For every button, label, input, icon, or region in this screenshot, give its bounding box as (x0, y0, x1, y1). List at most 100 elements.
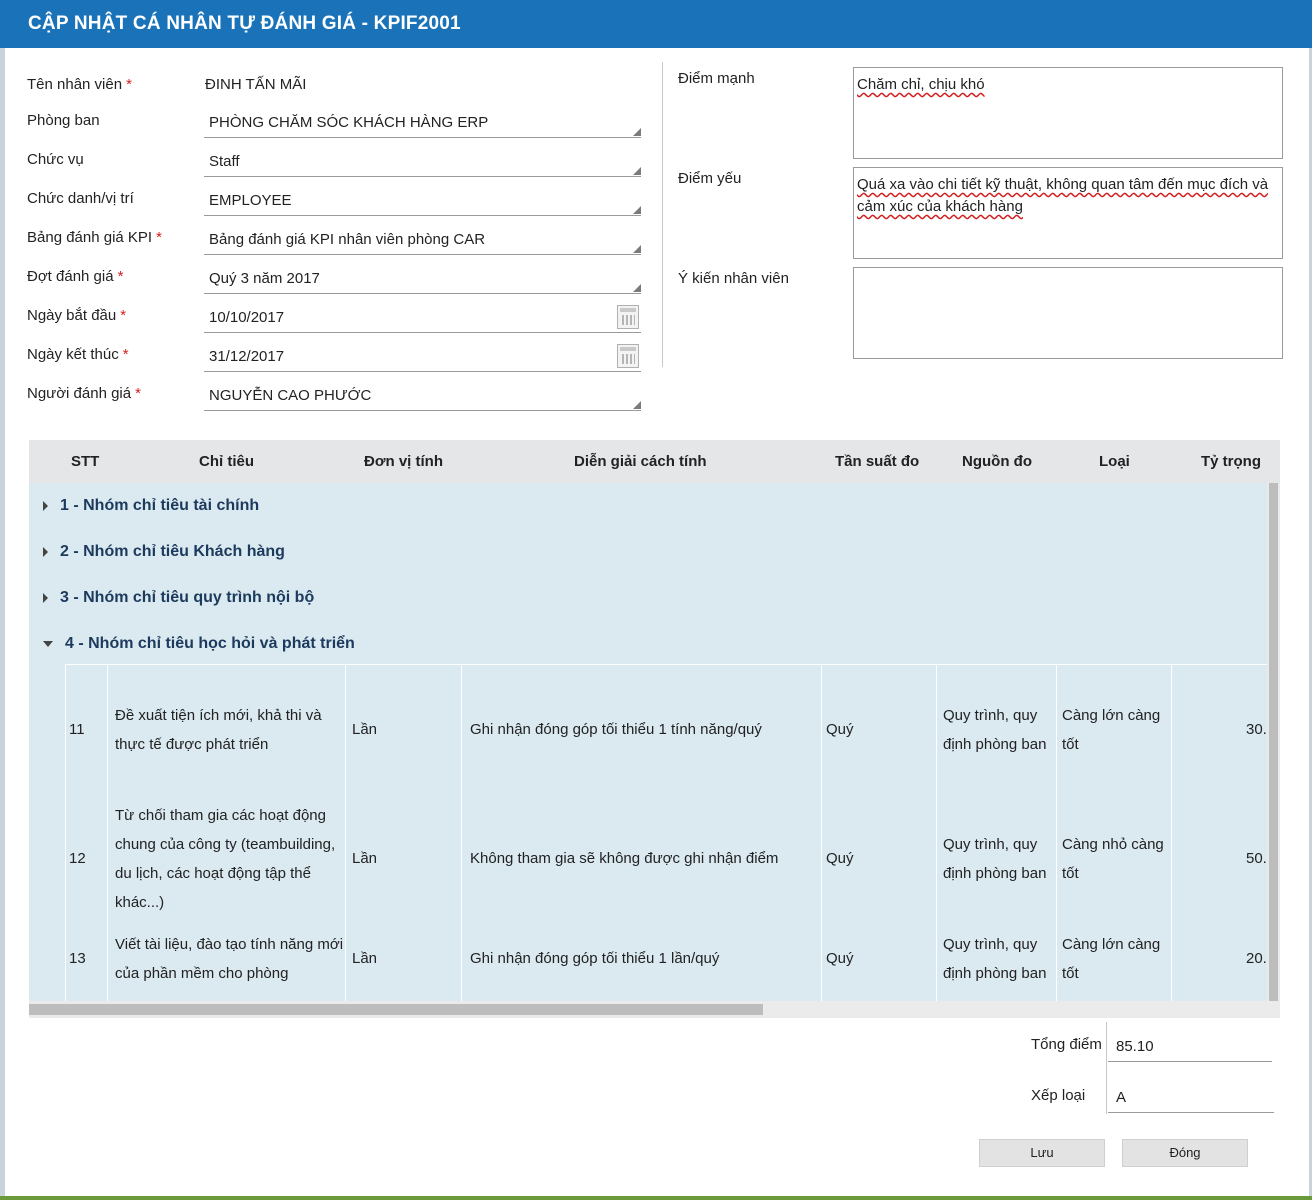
cell-dien-giai: Ghi nhận đóng góp tối thiểu 1 tính năng/… (470, 721, 762, 738)
group-row-internal-process[interactable]: 3 - Nhóm chỉ tiêu quy trình nội bộ (43, 589, 314, 607)
evaluator-field[interactable]: NGUYỄN CAO PHƯỚC (204, 387, 641, 411)
cell-chi-tieu: Từ chối tham gia các hoạt động chung của … (115, 807, 336, 911)
department-label: Phòng ban (27, 112, 100, 129)
kpi-table-label: Bảng đánh giá KPI * (27, 229, 162, 246)
cell-ty-trong: 50. (1246, 850, 1267, 867)
row-divider (65, 664, 1267, 665)
column-header-dien-giai[interactable]: Diễn giải cách tính (574, 453, 707, 470)
resize-grip-icon (633, 206, 641, 214)
position-field[interactable]: EMPLOYEE (204, 192, 641, 216)
end-date-field[interactable]: 31/12/2017 (204, 344, 641, 372)
cell-stt: 11 (69, 721, 85, 738)
cell-don-vi: Lần (352, 850, 378, 867)
employee-name-value: ĐINH TẤN MÃI (205, 76, 307, 93)
cell-tan-suat: Quý (826, 950, 854, 967)
cell-dien-giai: Không tham gia sẽ không được ghi nhận đi… (470, 850, 779, 867)
cell-ty-trong: 20. (1246, 950, 1267, 967)
job-label: Chức vụ (27, 151, 84, 168)
group-row-learning[interactable]: 4 - Nhóm chỉ tiêu học hỏi và phát triển (43, 635, 355, 653)
total-score-field[interactable]: 85.10 (1108, 1038, 1272, 1062)
grid-body: 1 - Nhóm chỉ tiêu tài chính 2 - Nhóm chỉ… (29, 483, 1267, 1001)
resize-grip-icon (633, 167, 641, 175)
caret-down-icon[interactable] (43, 640, 53, 647)
strengths-label: Điểm mạnh (678, 70, 755, 87)
scrollbar-thumb[interactable] (1269, 483, 1278, 1001)
cell-ty-trong: 30. (1246, 721, 1267, 738)
period-field[interactable]: Quý 3 năm 2017 (204, 270, 641, 294)
save-button[interactable]: Lưu (979, 1139, 1105, 1167)
column-header-stt[interactable]: STT (71, 453, 99, 470)
cell-loai: Càng nhỏ càng tốt (1062, 836, 1164, 882)
department-field[interactable]: PHÒNG CHĂM SÓC KHÁCH HÀNG ERP (204, 114, 641, 138)
group-row-customer[interactable]: 2 - Nhóm chỉ tiêu Khách hàng (43, 543, 285, 561)
group-row-finance[interactable]: 1 - Nhóm chỉ tiêu tài chính (43, 497, 259, 515)
cell-nguon-do: Quy trình, quy định phòng ban (943, 936, 1047, 982)
evaluator-label: Người đánh giá * (27, 385, 141, 402)
resize-grip-icon (633, 128, 641, 136)
job-field[interactable]: Staff (204, 153, 641, 177)
cell-stt: 13 (69, 950, 86, 967)
column-divider (1171, 664, 1172, 1001)
column-header-tan-suat[interactable]: Tần suất đo (835, 453, 919, 470)
resize-grip-icon (633, 284, 641, 292)
summary-divider (1106, 1022, 1107, 1114)
position-label: Chức danh/vị trí (27, 190, 134, 207)
column-header-ty-trong[interactable]: Tỷ trọng (1201, 453, 1261, 470)
column-divider (821, 664, 822, 1001)
rank-field[interactable]: A (1108, 1089, 1274, 1113)
cell-don-vi: Lần (352, 950, 378, 967)
strengths-textarea[interactable]: Chăm chỉ, chịu khó (853, 67, 1283, 159)
column-divider (461, 664, 462, 1001)
dialog-title: CẬP NHẬT CÁ NHÂN TỰ ĐÁNH GIÁ - KPIF2001 (28, 13, 461, 34)
weaknesses-label: Điểm yếu (678, 170, 742, 187)
dialog-title-bar: CẬP NHẬT CÁ NHÂN TỰ ĐÁNH GIÁ - KPIF2001 (0, 0, 1312, 48)
start-date-field[interactable]: 10/10/2017 (204, 305, 641, 333)
start-date-label: Ngày bắt đầu * (27, 307, 127, 324)
column-divider (1056, 664, 1057, 1001)
column-header-loai[interactable]: Loại (1099, 453, 1130, 470)
calendar-icon[interactable] (617, 305, 639, 329)
column-divider (65, 664, 66, 1001)
column-header-don-vi[interactable]: Đơn vị tính (364, 453, 443, 470)
cell-stt: 12 (69, 850, 86, 867)
total-score-label: Tổng điểm (1031, 1036, 1102, 1053)
employee-name-label: Tên nhân viên * (27, 76, 132, 93)
column-header-chi-tieu[interactable]: Chỉ tiêu (199, 453, 254, 470)
employee-opinion-label: Ý kiến nhân viên (678, 270, 789, 287)
grid-header: STT Chỉ tiêu Đơn vị tính Diễn giải cách … (29, 440, 1280, 484)
weaknesses-textarea[interactable]: Quá xa vào chi tiết kỹ thuật, không quan… (853, 167, 1283, 259)
calendar-icon[interactable] (617, 344, 639, 368)
column-header-nguon-do[interactable]: Nguồn đo (962, 453, 1032, 470)
dialog-left-edge (0, 48, 5, 1198)
cell-chi-tieu: Viết tài liệu, đào tạo tính năng mới của … (115, 936, 344, 982)
column-divider (107, 664, 108, 1001)
horizontal-scrollbar[interactable] (29, 1001, 1280, 1018)
caret-right-icon[interactable] (43, 592, 48, 603)
period-label: Đợt đánh giá * (27, 268, 124, 285)
end-date-label: Ngày kết thúc * (27, 346, 129, 363)
cell-dien-giai: Ghi nhận đóng góp tối thiểu 1 lần/quý (470, 950, 720, 967)
close-button[interactable]: Đóng (1122, 1139, 1248, 1167)
caret-right-icon[interactable] (43, 500, 48, 511)
column-divider (936, 664, 937, 1001)
dialog-bottom-edge (0, 1196, 1312, 1200)
resize-grip-icon (633, 401, 641, 409)
scrollbar-thumb[interactable] (29, 1004, 763, 1015)
cell-loai: Càng lớn càng tốt (1062, 707, 1161, 753)
caret-right-icon[interactable] (43, 546, 48, 557)
rank-label: Xếp loại (1031, 1087, 1086, 1104)
vertical-scrollbar[interactable] (1267, 483, 1280, 1001)
column-divider (345, 664, 346, 1001)
resize-grip-icon (633, 245, 641, 253)
column-divider (662, 62, 663, 367)
cell-loai: Càng lớn càng tốt (1062, 936, 1161, 982)
cell-nguon-do: Quy trình, quy định phòng ban (943, 836, 1047, 882)
employee-opinion-textarea[interactable] (853, 267, 1283, 359)
cell-tan-suat: Quý (826, 850, 854, 867)
cell-don-vi: Lần (352, 721, 378, 738)
cell-tan-suat: Quý (826, 721, 854, 738)
kpi-table-field[interactable]: Bảng đánh giá KPI nhân viên phòng CAR (204, 231, 641, 255)
kpi-grid: STT Chỉ tiêu Đơn vị tính Diễn giải cách … (29, 440, 1280, 1018)
cell-chi-tieu: Đề xuất tiện ích mới, khả thi và thực tế … (115, 707, 322, 753)
cell-nguon-do: Quy trình, quy định phòng ban (943, 707, 1047, 753)
